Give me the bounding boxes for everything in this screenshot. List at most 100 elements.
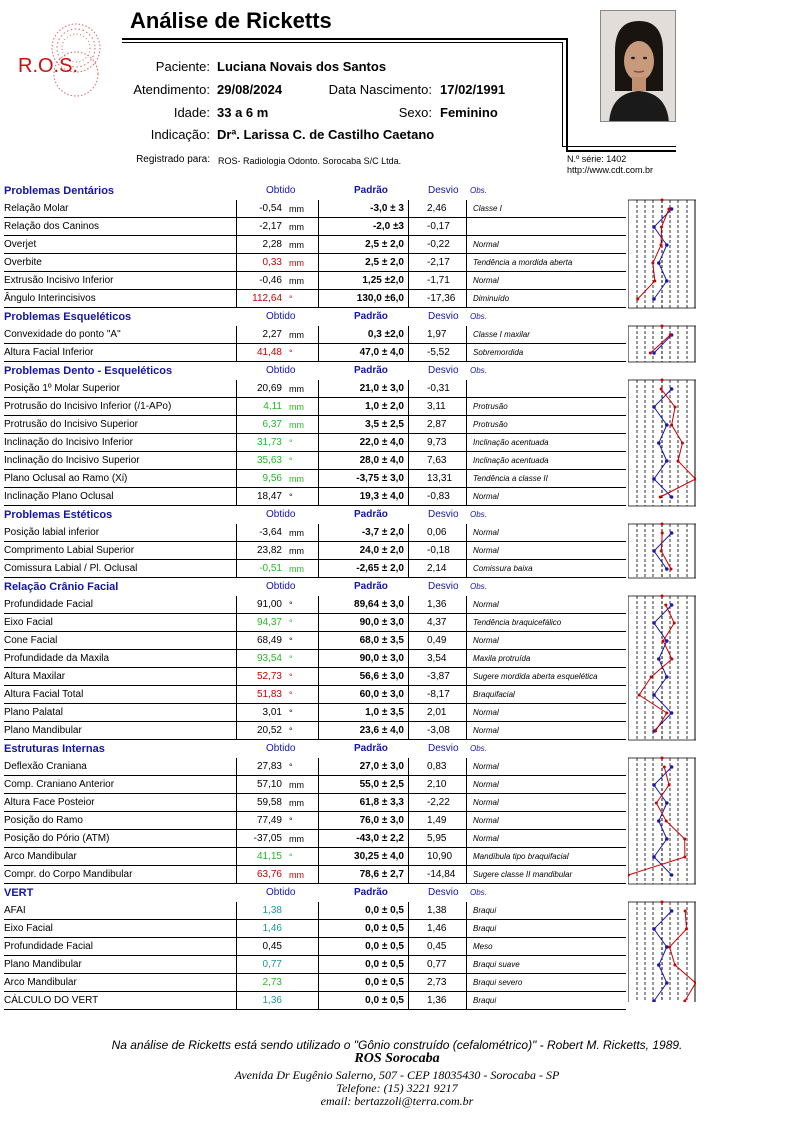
col-header-padrao: Padrão [354,581,388,592]
desvio-value: -8,17 [408,686,466,704]
obtido-unit: ° [289,294,293,304]
obtido-unit: mm [289,222,304,232]
obtido-cell: 68,49 ° [236,632,318,650]
header-border-bottom [566,150,676,152]
section-marker [660,900,664,904]
table-row: Altura Facial Inferior 41,48 ° 47,0 ± 4,0 -5… [2,344,626,362]
obtido-cell: -0,51 mm [236,560,318,578]
norm-point [669,603,674,607]
desvio-value: 7,63 [408,452,466,470]
obtido-value: 77,49 [256,815,282,826]
table-row: Altura Maxilar 52,73 ° 56,6 ± 3,0 -3,87 Suger… [2,668,626,686]
padrao-value: 0,0 ± 0,5 [318,938,408,956]
col-header-obs: Obs. [470,510,487,519]
section-marker [660,594,664,598]
patient-point [676,459,680,463]
table-row: Relação Molar -0,54 mm -3,0 ± 3 2,46 Classe I [2,200,626,218]
table-row: Comprimento Labial Superior 23,82 mm 24,0 ±… [2,542,626,560]
obtido-value: 1,36 [262,995,282,1006]
patient-point [667,783,671,787]
measure-name: Posição do Pório (ATM) [4,830,236,848]
col-header-desvio: Desvio [428,581,459,592]
obtido-value: 93,54 [256,653,282,664]
registered-label: Registrado para: [136,154,210,165]
patient-name: Luciana Novais dos Santos [217,59,387,74]
obtido-unit: ° [289,654,293,664]
table-row: Protrusão do Incisivo Superior 6,37 mm 3,5 … [2,416,626,434]
table-row: Deflexão Craniana 27,83 ° 27,0 ± 3,0 0,83 Nor… [2,758,626,776]
measure-name: Cone Facial [4,632,236,650]
norm-point [652,477,656,481]
obtido-cell: 2,28 mm [236,236,318,254]
norm-point [669,873,674,877]
obtido-cell: -37,05 mm [236,830,318,848]
patient-point [668,945,672,949]
measure-name: Comissura Labial / Pl. Oclusal [4,560,236,578]
obs-value: Diminuído [466,290,626,308]
col-header-obtido: Obtido [266,311,296,322]
padrao-value: 30,25 ± 4,0 [318,848,408,866]
table-row: Overjet 2,28 mm 2,5 ± 2,0 -0,22 Normal [2,236,626,254]
padrao-value: 3,5 ± 2,5 [318,416,408,434]
desvio-value: -5,52 [408,344,466,362]
norm-point [665,981,669,985]
padrao-value: -3,75 ± 3,0 [318,470,408,488]
patient-point [664,603,668,607]
obtido-value: 51,83 [256,689,282,700]
section-title: Relação Crânio Facial [4,581,119,593]
table-row: CÁLCULO DO VERT 1,36 0,0 ± 0,5 1,36 Braqui [2,992,626,1010]
obtido-unit: mm [289,276,304,286]
obtido-cell: 112,64 ° [236,290,318,308]
padrao-value: 56,6 ± 3,0 [318,668,408,686]
obtido-unit: mm [289,780,304,790]
section-title: Problemas Estéticos [4,509,113,521]
desvio-value: 10,90 [408,848,466,866]
patient-point [680,441,684,445]
obs-value: Normal [466,776,626,794]
patient-photo [600,10,676,122]
measure-name: Convexidade do ponto "A" [4,326,236,344]
website: http://www.cdt.com.br [567,165,654,175]
obtido-unit: mm [289,564,304,574]
obtido-cell: 23,82 mm [236,542,318,560]
obtido-value: 27,83 [256,761,282,772]
obtido-unit: mm [289,240,304,250]
obtido-value: 0,33 [262,257,282,268]
obtido-cell: 0,33 mm [236,254,318,272]
obs-value: Tendência braquicefálico [466,614,626,632]
obtido-value: 0,45 [262,941,282,952]
measure-name: Profundidade Facial [4,596,236,614]
obs-value: Tendência a mordida aberta [466,254,626,272]
padrao-value: -3,0 ± 3 [318,200,408,218]
obtido-value: 4,11 [263,401,282,412]
section-marker [660,324,664,328]
obtido-value: 3,01 [262,707,282,718]
obtido-cell: 93,54 ° [236,650,318,668]
padrao-value: 2,5 ± 2,0 [318,254,408,272]
obtido-cell: 94,37 ° [236,614,318,632]
obs-value: Inclinação acentuada [466,452,626,470]
desvio-value: -0,83 [408,488,466,506]
desvio-value: 0,06 [408,524,466,542]
obtido-value: 91,00 [256,599,282,610]
table-row: Posição do Ramo 77,49 ° 76,0 ± 3,0 1,49 Norma… [2,812,626,830]
norm-line [653,910,672,1002]
obtido-value: 59,58 [256,797,282,808]
obtido-unit: ° [289,690,293,700]
obtido-cell: 31,73 ° [236,434,318,452]
padrao-value: 0,0 ± 0,5 [318,974,408,992]
obtido-cell: 20,69 mm [236,380,318,398]
obs-value: Inclinação acentuada [466,434,626,452]
norm-point [665,945,669,949]
col-header-desvio: Desvio [428,743,459,754]
obs-value [466,380,626,398]
obtido-value: 41,15 [256,851,282,862]
col-header-padrao: Padrão [354,365,388,376]
obtido-unit: mm [289,258,304,268]
obtido-cell: 18,47 ° [236,488,318,506]
patient-point [658,495,662,499]
obtido-value: -3,64 [259,527,282,538]
section-marker [660,522,664,526]
table-row: Posição do Pório (ATM) -37,05 mm -43,0 ± 2,… [2,830,626,848]
obtido-unit: mm [289,384,304,394]
